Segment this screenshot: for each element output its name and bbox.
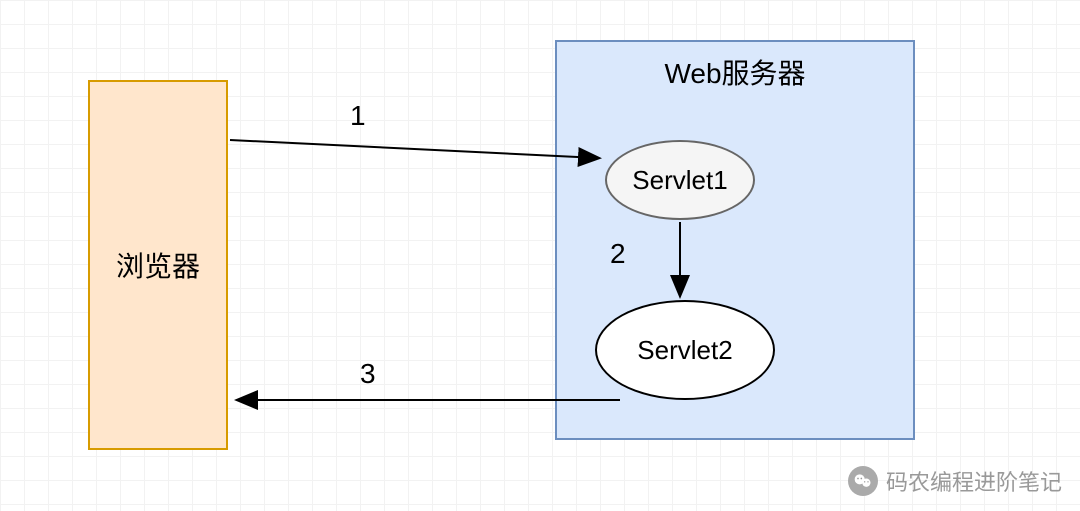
- browser-box: 浏览器: [88, 80, 228, 450]
- servlet1-label: Servlet1: [632, 165, 727, 196]
- arrow-1: [230, 140, 598, 158]
- browser-label: 浏览器: [116, 245, 200, 285]
- web-server-label: Web服务器: [664, 52, 805, 92]
- servlet2-label: Servlet2: [637, 335, 732, 366]
- arrow-label-3: 3: [360, 358, 376, 390]
- servlet1-node: Servlet1: [605, 140, 755, 220]
- diagram-canvas: 浏览器 Web服务器 Servlet1 Servlet2 1 2 3: [0, 0, 1080, 511]
- arrow-label-2: 2: [610, 238, 626, 270]
- arrow-label-1: 1: [350, 100, 366, 132]
- watermark: 码农编程进阶笔记: [848, 465, 1062, 497]
- watermark-text: 码农编程进阶笔记: [886, 465, 1062, 497]
- servlet2-node: Servlet2: [595, 300, 775, 400]
- wechat-icon: [848, 466, 878, 496]
